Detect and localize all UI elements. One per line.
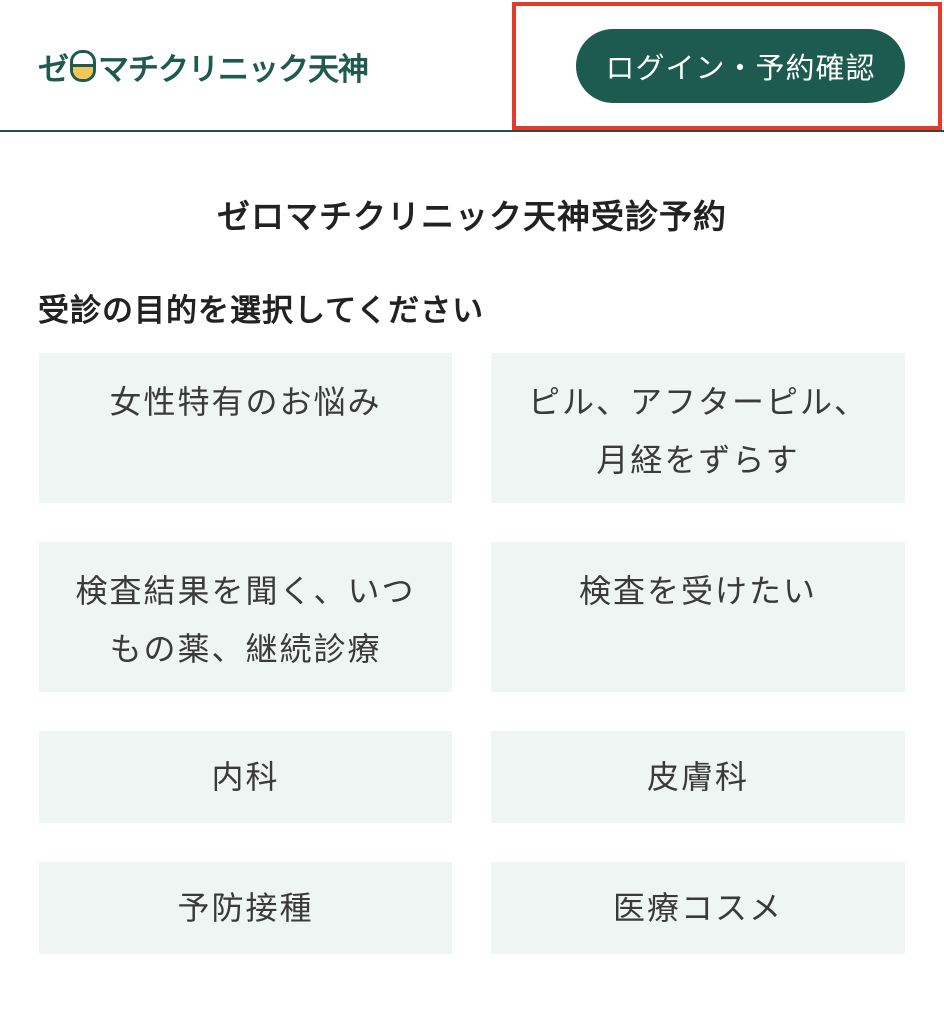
option-label: 予防接種 [177,889,314,927]
option-get-tested[interactable]: 検査を受けたい [491,542,905,692]
option-test-results[interactable]: 検査結果を聞く、いつもの薬、継続診療 [39,542,452,692]
section-title: 受診の目的を選択してください [38,293,485,329]
option-label: 女性特有のお悩み [109,383,382,421]
option-medical-cosmetics[interactable]: 医療コスメ [491,862,905,954]
logo-text-start: ゼ [38,51,69,88]
logo-capsule-icon [70,50,96,82]
clinic-logo[interactable]: ゼ マチクリニック天神 [38,46,369,88]
option-label: ピル、アフターピル、月経をずらす [527,383,868,479]
logo-text-end: マチクリニック天神 [98,51,369,88]
page-title: ゼロマチクリニック天神受診予約 [217,197,727,236]
option-label: 検査を受けたい [578,572,817,610]
option-womens-health[interactable]: 女性特有のお悩み [39,353,452,503]
option-internal-medicine[interactable]: 内科 [39,731,452,823]
option-label: 皮膚科 [646,758,749,796]
option-dermatology[interactable]: 皮膚科 [491,731,905,823]
option-vaccination[interactable]: 予防接種 [39,862,452,954]
option-label: 検査結果を聞く、いつもの薬、継続診療 [75,572,416,668]
login-reservation-button[interactable]: ログイン・予約確認 [576,29,905,103]
option-label: 内科 [211,758,280,796]
option-pill[interactable]: ピル、アフターピル、月経をずらす [491,353,905,503]
option-label: 医療コスメ [612,889,783,927]
